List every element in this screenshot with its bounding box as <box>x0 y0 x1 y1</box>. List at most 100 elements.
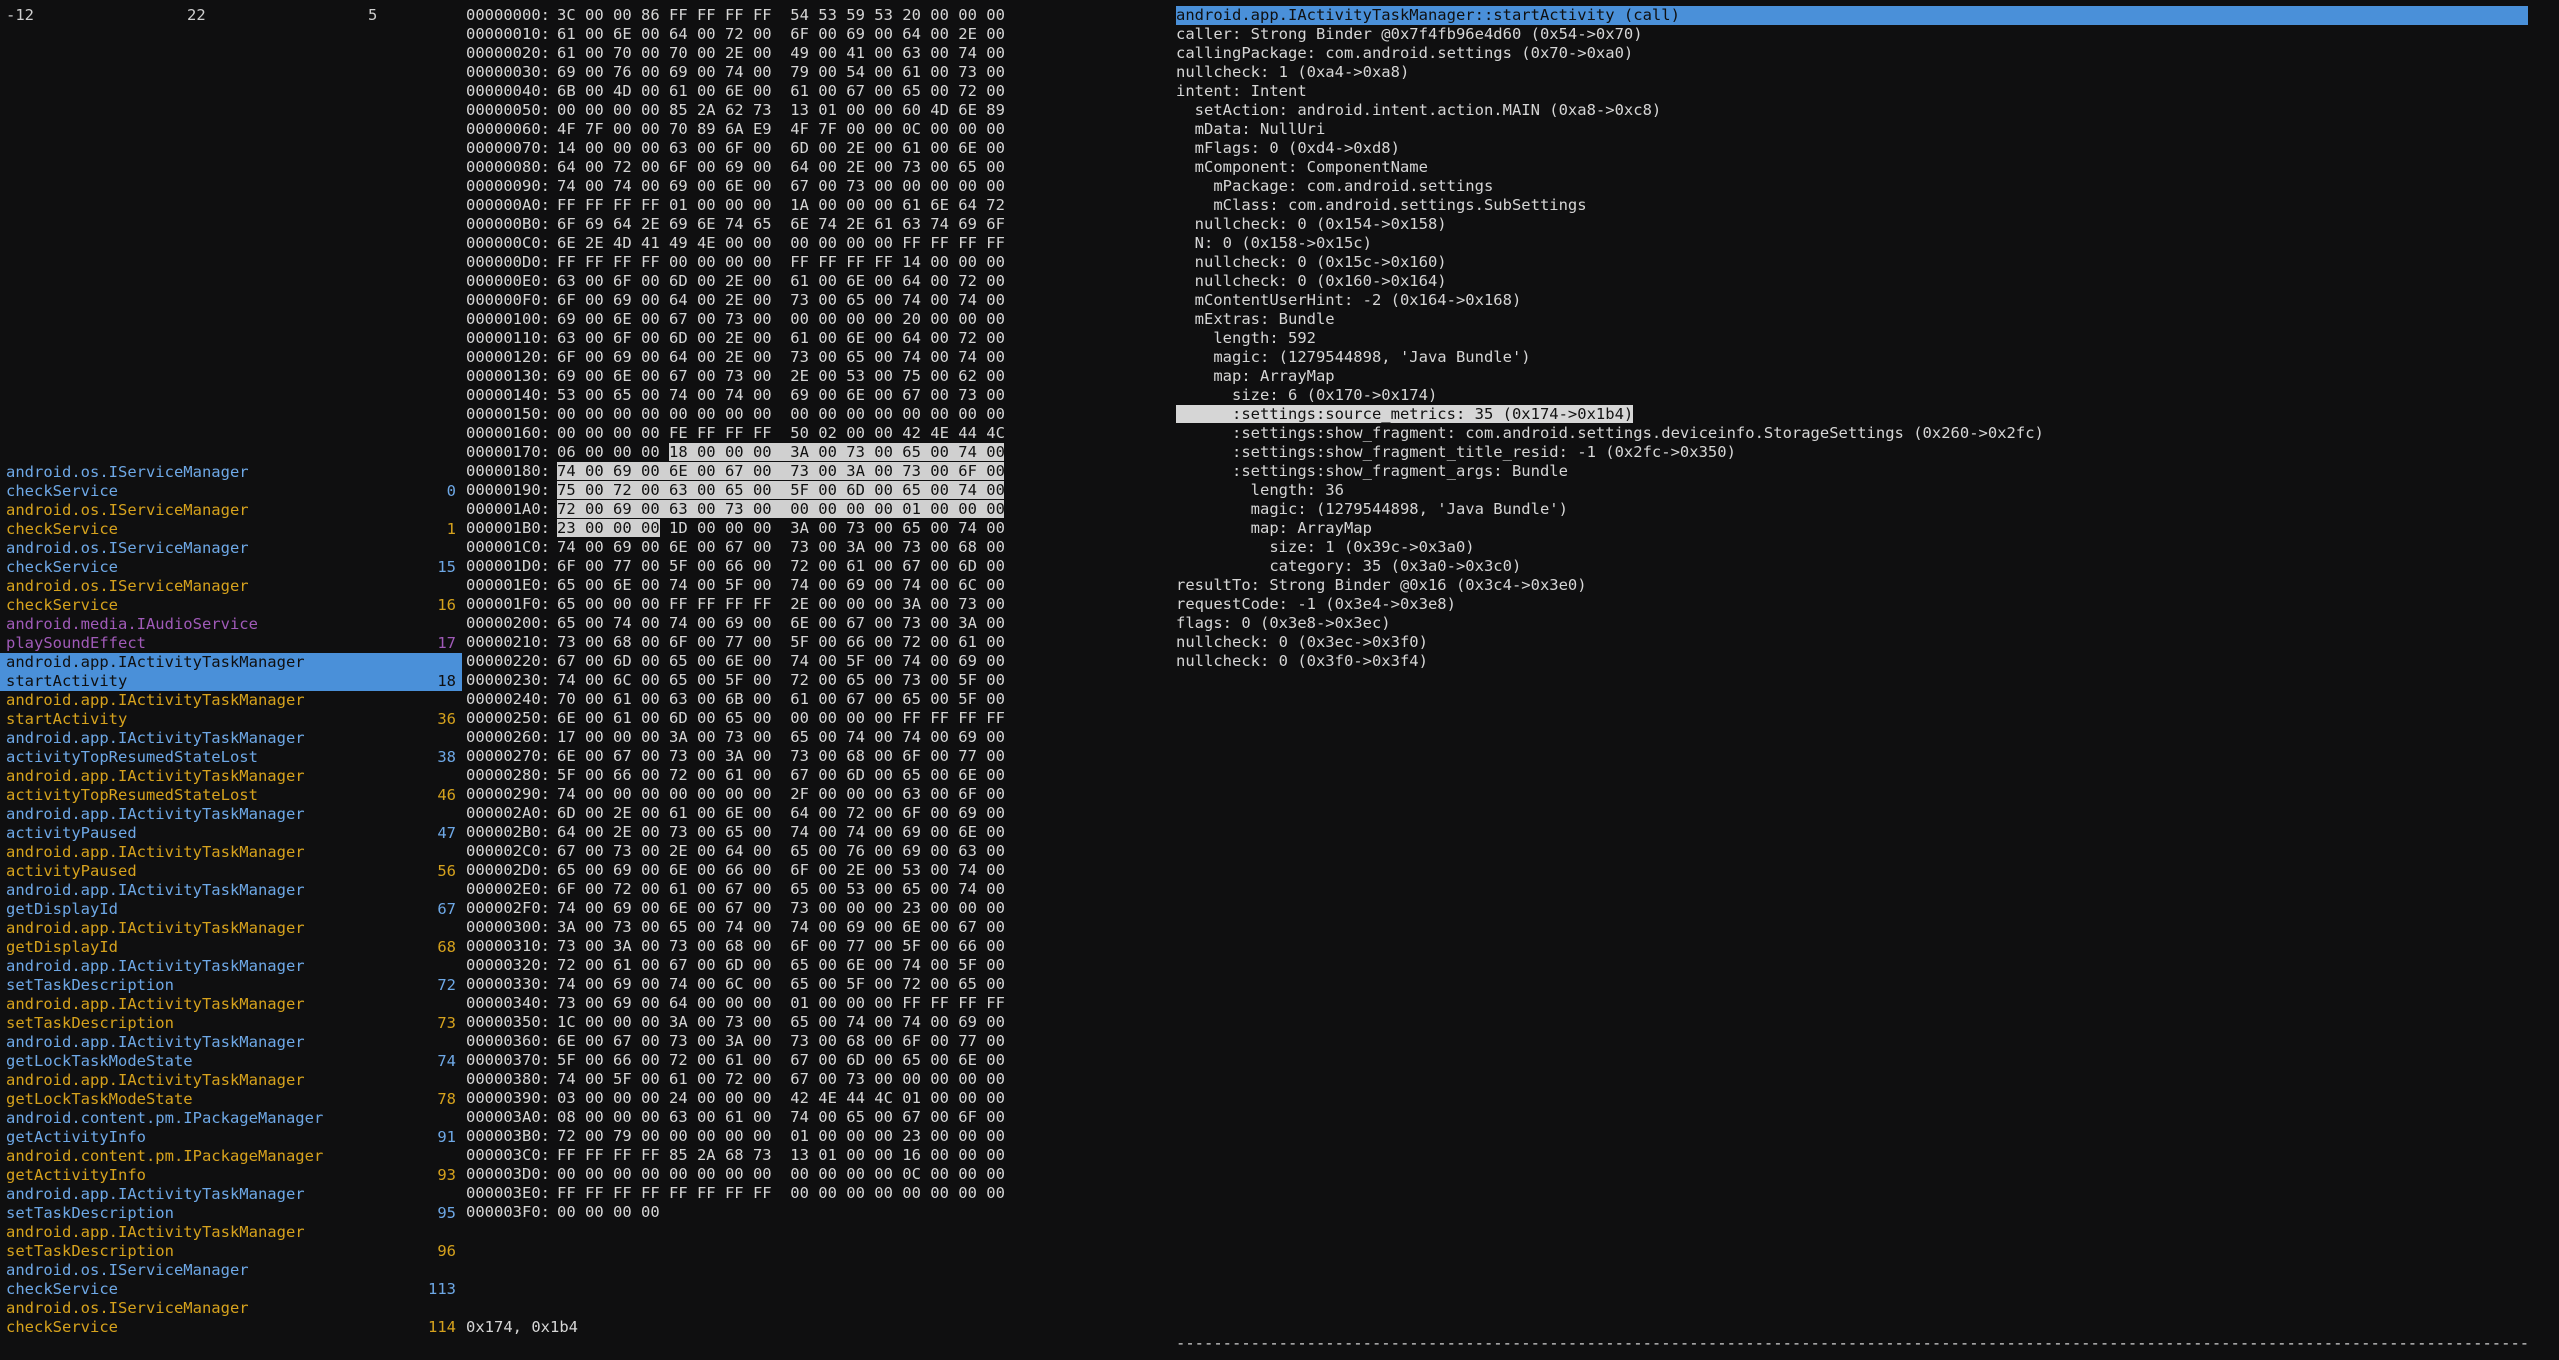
detail-line[interactable]: requestCode: -1 (0x3e4->0x3e8) <box>1176 595 2528 614</box>
call-method[interactable]: activityPaused 56 <box>0 862 462 881</box>
detail-line[interactable]: callingPackage: com.android.settings (0x… <box>1176 44 2528 63</box>
call-interface[interactable]: android.app.IActivityTaskManager <box>0 919 462 938</box>
call-method[interactable]: getActivityInfo 93 <box>0 1166 462 1185</box>
call-method[interactable]: activityPaused 47 <box>0 824 462 843</box>
detail-line[interactable]: mComponent: ComponentName <box>1176 158 2528 177</box>
detail-line[interactable]: nullcheck: 0 (0x3f0->0x3f4) <box>1176 652 2528 671</box>
call-interface[interactable]: android.app.IActivityTaskManager <box>0 957 462 976</box>
call-method[interactable]: activityTopResumedStateLost 46 <box>0 786 462 805</box>
call-method[interactable]: startActivity 18 <box>0 672 462 691</box>
detail-text: requestCode: -1 (0x3e4->0x3e8) <box>1176 595 1456 613</box>
call-method-label: getDisplayId <box>6 900 118 918</box>
call-interface[interactable]: android.app.IActivityTaskManager <box>0 881 462 900</box>
hex-off: 00000060: <box>466 120 550 138</box>
detail-line[interactable]: map: ArrayMap <box>1176 519 2528 538</box>
detail-line[interactable]: caller: Strong Binder @0x7f4fb96e4d60 (0… <box>1176 25 2528 44</box>
call-interface[interactable]: android.os.IServiceManager <box>0 501 462 520</box>
detail-line[interactable]: flags: 0 (0x3e8->0x3ec) <box>1176 614 2528 633</box>
detail-line[interactable]: :settings:source_metrics: 35 (0x174->0x1… <box>1176 405 2528 424</box>
call-interface[interactable]: android.media.IAudioService <box>0 615 462 634</box>
call-interface[interactable]: android.app.IActivityTaskManager <box>0 691 462 710</box>
call-method[interactable]: getLockTaskModeState 74 <box>0 1052 462 1071</box>
call-interface[interactable]: android.os.IServiceManager <box>0 539 462 558</box>
detail-line[interactable]: :settings:show_fragment_title_resid: -1 … <box>1176 443 2528 462</box>
call-method[interactable]: startActivity 36 <box>0 710 462 729</box>
call-method-label: getActivityInfo <box>6 1128 146 1146</box>
call-interface[interactable]: android.content.pm.IPackageManager <box>0 1147 462 1166</box>
detail-line[interactable]: mPackage: com.android.settings <box>1176 177 2528 196</box>
detail-line[interactable]: length: 592 <box>1176 329 2528 348</box>
hex-bytes: 14 00 00 00 63 00 6F 00 6D 00 2E 00 61 0… <box>557 139 1004 157</box>
detail-text: resultTo: Strong Binder @0x16 (0x3c4->0x… <box>1176 576 1587 594</box>
call-method[interactable]: checkService 15 <box>0 558 462 577</box>
call-method[interactable]: activityTopResumedStateLost 38 <box>0 748 462 767</box>
hex-dump-pane[interactable]: 00000000: 3C 00 00 86 FF FF FF FF 54 53 5… <box>464 0 1004 1360</box>
call-method[interactable]: setTaskDescription 72 <box>0 976 462 995</box>
call-method[interactable]: checkService 16 <box>0 596 462 615</box>
call-interface[interactable]: android.app.IActivityTaskManager <box>0 729 462 748</box>
call-method-label: activityPaused <box>6 824 137 842</box>
detail-line[interactable]: setAction: android.intent.action.MAIN (0… <box>1176 101 2528 120</box>
call-method[interactable]: getLockTaskModeState 78 <box>0 1090 462 1109</box>
detail-line[interactable]: mClass: com.android.settings.SubSettings <box>1176 196 2528 215</box>
call-interface[interactable]: android.content.pm.IPackageManager <box>0 1109 462 1128</box>
detail-line[interactable]: mData: NullUri <box>1176 120 2528 139</box>
call-interface[interactable]: android.app.IActivityTaskManager <box>0 805 462 824</box>
hex-off: 00000110: <box>466 329 550 347</box>
call-method[interactable]: setTaskDescription 96 <box>0 1242 462 1261</box>
detail-line[interactable]: mFlags: 0 (0xd4->0xd8) <box>1176 139 2528 158</box>
call-method[interactable]: checkService 1 <box>0 520 462 539</box>
call-interface[interactable]: android.app.IActivityTaskManager <box>0 767 462 786</box>
call-method[interactable]: getDisplayId 68 <box>0 938 462 957</box>
call-method[interactable]: playSoundEffect 17 <box>0 634 462 653</box>
detail-line[interactable]: size: 1 (0x39c->0x3a0) <box>1176 538 2528 557</box>
hex-bytes: 73 00 68 00 6F 00 77 00 5F 00 66 00 72 0… <box>557 633 1004 651</box>
detail-line[interactable]: android.app.IActivityTaskManager::startA… <box>1176 6 2528 25</box>
call-method[interactable]: setTaskDescription 73 <box>0 1014 462 1033</box>
call-method[interactable]: checkService 114 <box>0 1318 462 1337</box>
call-method[interactable]: getActivityInfo 91 <box>0 1128 462 1147</box>
detail-line[interactable]: mExtras: Bundle <box>1176 310 2528 329</box>
detail-line[interactable]: nullcheck: 0 (0x3ec->0x3f0) <box>1176 633 2528 652</box>
detail-line[interactable]: resultTo: Strong Binder @0x16 (0x3c4->0x… <box>1176 576 2528 595</box>
detail-text: :settings:show_fragment: com.android.set… <box>1176 424 2044 442</box>
detail-line[interactable]: :settings:show_fragment: com.android.set… <box>1176 424 2528 443</box>
call-interface[interactable]: android.app.IActivityTaskManager <box>0 843 462 862</box>
call-interface[interactable]: android.app.IActivityTaskManager <box>0 1033 462 1052</box>
call-interface[interactable]: android.app.IActivityTaskManager <box>0 1223 462 1242</box>
detail-line[interactable]: map: ArrayMap <box>1176 367 2528 386</box>
call-method[interactable]: checkService 0 <box>0 482 462 501</box>
call-interface[interactable]: android.app.IActivityTaskManager <box>0 1071 462 1090</box>
detail-line[interactable]: mContentUserHint: -2 (0x164->0x168) <box>1176 291 2528 310</box>
call-interface[interactable]: android.app.IActivityTaskManager <box>0 995 462 1014</box>
call-list-pane[interactable]: -12 22 5 android.os.IServiceManager check… <box>0 0 462 1360</box>
call-interface[interactable]: android.os.IServiceManager <box>0 463 462 482</box>
hex-bytes: 75 00 72 00 63 00 65 00 5F 00 6D 00 65 0… <box>557 481 1004 499</box>
detail-line[interactable]: N: 0 (0x158->0x15c) <box>1176 234 2528 253</box>
call-method[interactable]: setTaskDescription 95 <box>0 1204 462 1223</box>
detail-line[interactable]: intent: Intent <box>1176 82 2528 101</box>
detail-line[interactable]: magic: (1279544898, 'Java Bundle') <box>1176 500 2528 519</box>
call-interface[interactable]: android.os.IServiceManager <box>0 1261 462 1280</box>
detail-line[interactable]: nullcheck: 1 (0xa4->0xa8) <box>1176 63 2528 82</box>
call-method[interactable]: checkService 113 <box>0 1280 462 1299</box>
detail-line[interactable]: :settings:show_fragment_args: Bundle <box>1176 462 2528 481</box>
hex-bytes: FF FF FF FF FF FF FF FF 00 00 00 00 00 0… <box>557 1184 1004 1202</box>
call-method[interactable]: getDisplayId 67 <box>0 900 462 919</box>
parcel-detail-pane[interactable]: android.app.IActivityTaskManager::startA… <box>1176 0 2559 1360</box>
detail-line[interactable]: size: 6 (0x170->0x174) <box>1176 386 2528 405</box>
call-interface[interactable]: android.os.IServiceManager <box>0 1299 462 1318</box>
hex-bytes: 00 00 00 00 85 2A 62 73 13 01 00 00 60 4… <box>557 101 1004 119</box>
detail-text: mData: NullUri <box>1176 120 1326 138</box>
call-interface[interactable]: android.app.IActivityTaskManager <box>0 653 462 672</box>
detail-line[interactable]: magic: (1279544898, 'Java Bundle') <box>1176 348 2528 367</box>
detail-line[interactable]: category: 35 (0x3a0->0x3c0) <box>1176 557 2528 576</box>
detail-line[interactable]: nullcheck: 0 (0x154->0x158) <box>1176 215 2528 234</box>
detail-line[interactable]: nullcheck: 0 (0x160->0x164) <box>1176 272 2528 291</box>
call-index: 38 <box>437 748 456 766</box>
call-index: 46 <box>437 786 456 804</box>
detail-line[interactable]: nullcheck: 0 (0x15c->0x160) <box>1176 253 2528 272</box>
detail-line[interactable]: length: 36 <box>1176 481 2528 500</box>
call-interface[interactable]: android.app.IActivityTaskManager <box>0 1185 462 1204</box>
call-interface[interactable]: android.os.IServiceManager <box>0 577 462 596</box>
